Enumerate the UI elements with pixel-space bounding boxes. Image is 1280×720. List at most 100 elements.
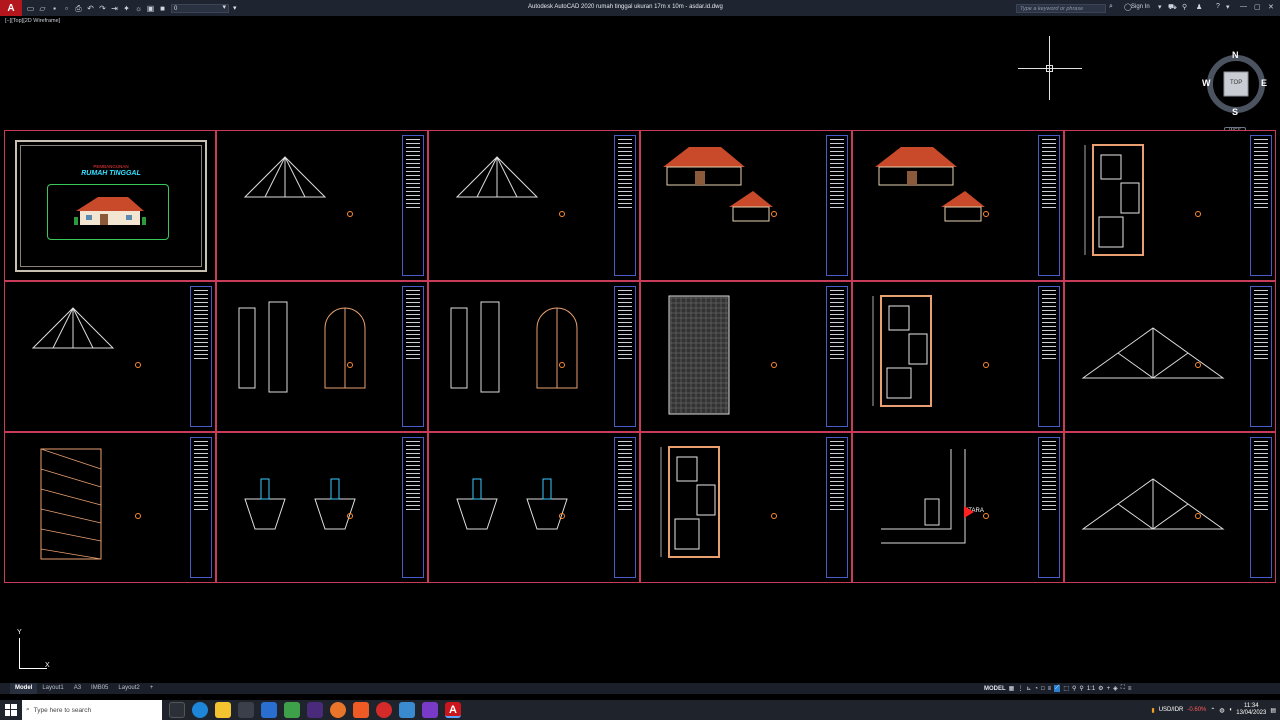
viewcube-north[interactable]: N <box>1232 50 1239 60</box>
search-input[interactable]: Type a keyword or phrase <box>1016 4 1106 13</box>
drawing-sheet[interactable] <box>428 281 640 432</box>
ortho-icon[interactable]: ⊾ <box>1026 685 1031 692</box>
share-icon[interactable]: ⇥ <box>110 4 119 13</box>
drawing-sheet[interactable] <box>852 432 1064 583</box>
cart-icon[interactable]: ⛟ <box>1168 3 1177 12</box>
drawing-sheet[interactable] <box>1064 130 1276 281</box>
drawing-sheet[interactable] <box>852 130 1064 281</box>
lightbulb-icon[interactable]: ✦ <box>122 4 131 13</box>
lock-icon[interactable]: ▣ <box>146 4 155 13</box>
stock-widget-icon[interactable]: ▮ <box>1151 707 1154 714</box>
maximize-icon[interactable]: ▢ <box>1254 3 1261 11</box>
drawing-sheet[interactable] <box>428 432 640 583</box>
sun-icon[interactable]: ☼ <box>134 4 143 13</box>
close-icon[interactable]: ✕ <box>1268 3 1274 11</box>
viewcube-east[interactable]: E <box>1261 78 1267 88</box>
tray-chevron-icon[interactable]: ⌃ <box>1210 707 1215 714</box>
drawing-sheet[interactable] <box>640 281 852 432</box>
edge-icon[interactable] <box>192 702 208 718</box>
grid-icon[interactable]: ▦ <box>1009 685 1015 692</box>
lineweight-icon[interactable]: ≡ <box>1048 686 1052 692</box>
drawing-sheet[interactable] <box>1064 281 1276 432</box>
fullscreen-icon[interactable]: ⛶ <box>1121 685 1125 692</box>
help-icon[interactable]: ? <box>1216 3 1220 10</box>
drawing-sheet[interactable] <box>216 281 428 432</box>
customize-icon[interactable]: ≡ <box>1128 686 1132 692</box>
system-tray: ▮ USD/IDR -0.60% ⌃ ◍ ◖ 11:34 13/04/2023 … <box>1151 700 1276 720</box>
layer-dropdown[interactable]: 0 <box>171 3 229 13</box>
open-folder-icon[interactable]: ▱ <box>38 4 47 13</box>
task-view-icon[interactable] <box>169 702 185 718</box>
tab-layout1[interactable]: Layout1 <box>37 683 68 694</box>
photos-icon[interactable] <box>284 702 300 718</box>
sign-in-link[interactable]: Sign In <box>1131 4 1150 10</box>
viewcube-south[interactable]: S <box>1232 107 1238 117</box>
add-layout-button[interactable]: + <box>145 683 159 694</box>
volume-icon[interactable]: ◖ <box>1229 707 1233 713</box>
tab-a3[interactable]: A3 <box>69 683 86 694</box>
drawing-sheet[interactable] <box>216 432 428 583</box>
selection-cycling-icon[interactable]: ⬚ <box>1063 685 1069 692</box>
workspace-gear-icon[interactable]: ⚙ <box>1098 685 1103 692</box>
drawing-sheet[interactable] <box>852 281 1064 432</box>
photoshop-icon[interactable] <box>307 702 323 718</box>
purple-app-icon[interactable] <box>422 702 438 718</box>
drawing-sheet[interactable] <box>640 130 852 281</box>
network-icon[interactable]: ◍ <box>1219 707 1224 714</box>
redo-icon[interactable]: ↷ <box>98 4 107 13</box>
app-icon[interactable] <box>399 702 415 718</box>
snap-icon[interactable]: ⋮ <box>1017 685 1023 692</box>
osnap-icon[interactable]: □ <box>1041 686 1045 692</box>
tab-model[interactable]: Model <box>10 683 38 694</box>
user-group-icon[interactable]: ♟ <box>1196 3 1202 11</box>
drawing-label-marker-icon <box>771 362 777 368</box>
scale-value[interactable]: 1:1 <box>1087 686 1095 692</box>
viewcube-top-face[interactable]: TOP <box>1230 80 1242 86</box>
drawing-sheet[interactable] <box>428 130 640 281</box>
viewport-controls-label[interactable]: [−][Top][2D Wireframe] <box>5 18 60 24</box>
plus-icon[interactable]: + <box>1107 686 1111 692</box>
polar-icon[interactable]: ◔ <box>1034 686 1038 692</box>
drawing-sheet[interactable] <box>640 432 852 583</box>
title-block <box>1038 286 1060 427</box>
vivaldi-icon[interactable] <box>376 702 392 718</box>
autodesk-a360-icon[interactable]: ⚲ <box>1182 3 1187 11</box>
clock[interactable]: 11:34 13/04/2023 <box>1236 703 1266 717</box>
drawing-sheet[interactable] <box>216 130 428 281</box>
annotation-autoscale-icon[interactable]: ⚲ <box>1079 685 1083 692</box>
annotation-scale-icon[interactable]: ⚲ <box>1072 685 1076 692</box>
drawing-sheet[interactable] <box>4 432 216 583</box>
file-explorer-icon[interactable] <box>215 702 231 718</box>
firefox-icon[interactable] <box>330 702 346 718</box>
help-chevron-icon[interactable]: ▾ <box>1226 3 1230 11</box>
workspace-chevron-icon[interactable]: ▾ <box>233 4 237 12</box>
minimize-icon[interactable]: — <box>1240 3 1247 10</box>
annotation-visibility-icon[interactable]: ⟋ <box>1054 685 1061 692</box>
store-icon[interactable] <box>238 702 254 718</box>
color-square-icon[interactable]: ■ <box>158 4 167 13</box>
model-space-canvas[interactable]: [−][Top][2D Wireframe] TOP N S E W WCS P… <box>0 16 1280 680</box>
viewcube-west[interactable]: W <box>1202 78 1211 88</box>
currency-label[interactable]: USD/IDR <box>1159 707 1184 713</box>
autocad-logo-button[interactable]: A <box>0 0 22 16</box>
isolate-icon[interactable]: ◈ <box>1113 685 1118 692</box>
drawing-sheet[interactable] <box>1064 432 1276 583</box>
save-icon[interactable]: ▪ <box>50 4 59 13</box>
brave-icon[interactable] <box>353 702 369 718</box>
tab-imb05[interactable]: IMB05 <box>86 683 113 694</box>
signin-chevron-icon[interactable]: ▾ <box>1158 3 1162 11</box>
binoculars-icon[interactable]: ⌕ <box>1109 3 1113 11</box>
model-space-toggle[interactable]: MODEL <box>984 686 1006 692</box>
tab-layout2[interactable]: Layout2 <box>113 683 144 694</box>
drawing-sheet[interactable] <box>4 281 216 432</box>
new-file-icon[interactable]: ▭ <box>26 4 35 13</box>
save-as-icon[interactable]: ▫ <box>62 4 71 13</box>
undo-icon[interactable]: ↶ <box>86 4 95 13</box>
mail-icon[interactable] <box>261 702 277 718</box>
plot-icon[interactable]: ⎙ <box>74 4 83 13</box>
notification-icon[interactable]: ▤ <box>1270 707 1276 714</box>
autocad-taskbar-icon[interactable]: A <box>445 702 461 718</box>
windows-start-button[interactable] <box>0 700 22 720</box>
taskbar-search-box[interactable]: ⌕ Type here to search <box>22 700 162 720</box>
viewcube[interactable]: TOP N S E W <box>1202 50 1268 117</box>
